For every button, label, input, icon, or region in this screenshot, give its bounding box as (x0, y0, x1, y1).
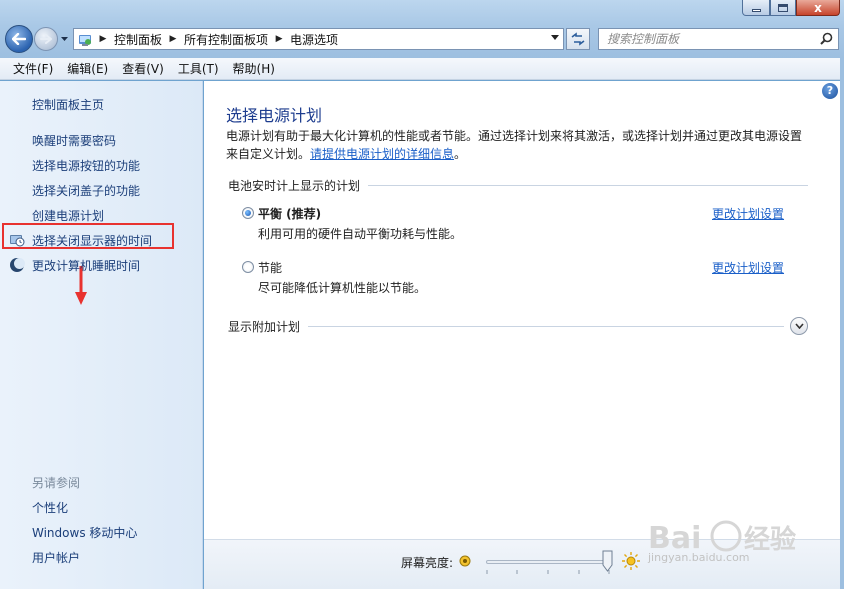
address-bar[interactable]: ▶ 控制面板 ▶ 所有控制面板项 ▶ 电源选项 (73, 28, 564, 50)
moon-icon (10, 258, 25, 272)
sidebar-link-create-plan[interactable]: 创建电源计划 (32, 207, 104, 224)
plan-description: 尽可能降低计算机性能以节能。 (258, 281, 427, 295)
additional-plans-label[interactable]: 显示附加计划 (228, 318, 308, 335)
back-button[interactable] (5, 25, 33, 53)
dim-brightness-icon (459, 555, 471, 567)
page-title: 选择电源计划 (226, 106, 323, 125)
menu-help[interactable]: 帮助(H) (226, 60, 282, 77)
change-plan-settings-link[interactable]: 更改计划设置 (712, 205, 784, 222)
search-input[interactable] (599, 29, 809, 49)
plan-name[interactable]: 节能 (258, 259, 282, 276)
divider (368, 184, 808, 186)
change-plan-settings-link[interactable]: 更改计划设置 (712, 259, 784, 276)
breadcrumb-separator[interactable]: ▶ (166, 34, 180, 44)
highlight-box (2, 223, 174, 249)
watermark-url: jingyan.baidu.com (648, 551, 750, 564)
breadcrumb-separator[interactable]: ▶ (96, 34, 110, 44)
main-content: ? 选择电源计划 电源计划有助于最大化计算机的性能或者节能。通过选择计划来将其激… (204, 81, 840, 539)
breadcrumb-all-items[interactable]: 所有控制面板项 (180, 31, 272, 48)
recent-pages-dropdown[interactable] (59, 27, 69, 51)
menu-tools[interactable]: 工具(T) (171, 60, 226, 77)
address-history-dropdown[interactable] (551, 33, 559, 43)
svg-text:经验: 经验 (744, 524, 796, 555)
chevron-down-icon (60, 37, 68, 41)
bright-sun-icon (622, 552, 640, 570)
plan-description: 利用可用的硬件自动平衡功耗与性能。 (258, 227, 463, 241)
description-text: 。 (454, 147, 467, 161)
see-also-heading: 另请参阅 (32, 476, 81, 490)
description-text: 电源计划有助于最大化计算机的性能或者节能。通过选择计划来将其激活，或选择计划并通… (226, 129, 803, 143)
window-border (840, 58, 844, 589)
brightness-label: 屏幕亮度: (401, 556, 454, 570)
maximize-button[interactable] (770, 0, 796, 16)
sidebar-link-mobility-center[interactable]: Windows 移动中心 (32, 524, 137, 541)
menu-edit[interactable]: 编辑(E) (60, 60, 115, 77)
expand-button[interactable] (790, 317, 808, 335)
menu-view[interactable]: 查看(V) (115, 60, 171, 77)
group-label: 电池安时计上显示的计划 (228, 178, 361, 193)
help-icon[interactable]: ? (822, 83, 838, 99)
sidebar-link-sleep-time[interactable]: 更改计算机睡眠时间 (32, 257, 140, 274)
refresh-icon (571, 32, 585, 46)
window-titlebar: x ▶ 控制面板 ▶ 所有控制面板项 ▶ 电源选项 (0, 0, 844, 58)
arrow-right-icon (40, 34, 52, 44)
search-icon[interactable] (820, 32, 833, 48)
chevron-down-icon (794, 323, 804, 329)
plan-details-link[interactable]: 请提供电源计划的详细信息 (310, 147, 454, 161)
sidebar-link-home[interactable]: 控制面板主页 (32, 96, 104, 113)
forward-button[interactable] (34, 27, 58, 51)
sidebar-link-wake-password[interactable]: 唤醒时需要密码 (32, 132, 116, 149)
breadcrumb-control-panel[interactable]: 控制面板 (110, 31, 166, 48)
baidu-watermark-logo: Bai 经验 (648, 520, 796, 556)
control-panel-icon (74, 29, 96, 49)
sidebar-link-user-accounts[interactable]: 用户帐户 (32, 549, 80, 566)
slider-ticks (486, 570, 610, 574)
sidebar-link-personalization[interactable]: 个性化 (32, 499, 68, 516)
plan-radio-balanced[interactable] (242, 207, 254, 219)
page-description: 电源计划有助于最大化计算机的性能或者节能。通过选择计划来将其激活，或选择计划并通… (226, 127, 816, 163)
navigation-buttons (5, 25, 69, 53)
window-caption-buttons: x (742, 0, 840, 16)
refresh-button[interactable] (566, 28, 590, 50)
plans-group-header: 电池安时计上显示的计划 (228, 178, 808, 193)
divider (308, 325, 784, 327)
task-pane: 控制面板主页 唤醒时需要密码 选择电源按钮的功能 选择关闭盖子的功能 创建电源计… (0, 81, 203, 589)
chevron-down-icon (551, 35, 559, 40)
menu-bar: 文件(F) 编辑(E) 查看(V) 工具(T) 帮助(H) (0, 58, 844, 80)
additional-plans-header[interactable]: 显示附加计划 (228, 317, 808, 335)
sidebar-link-lid-close[interactable]: 选择关闭盖子的功能 (32, 182, 140, 199)
minimize-button[interactable] (742, 0, 770, 16)
breadcrumb-separator[interactable]: ▶ (272, 34, 286, 44)
plan-radio-power-saver[interactable] (242, 261, 254, 273)
search-box (598, 28, 839, 50)
sidebar-link-power-button[interactable]: 选择电源按钮的功能 (32, 157, 140, 174)
breadcrumb-power-options[interactable]: 电源选项 (286, 31, 342, 48)
arrow-left-icon (12, 33, 26, 45)
brightness-slider-thumb[interactable] (602, 550, 613, 572)
close-button[interactable]: x (796, 0, 840, 16)
menu-file[interactable]: 文件(F) (6, 60, 60, 77)
description-text: 来自定义计划。 (226, 147, 311, 161)
plan-name[interactable]: 平衡 (推荐) (258, 205, 321, 222)
brightness-slider-track[interactable] (486, 560, 610, 564)
